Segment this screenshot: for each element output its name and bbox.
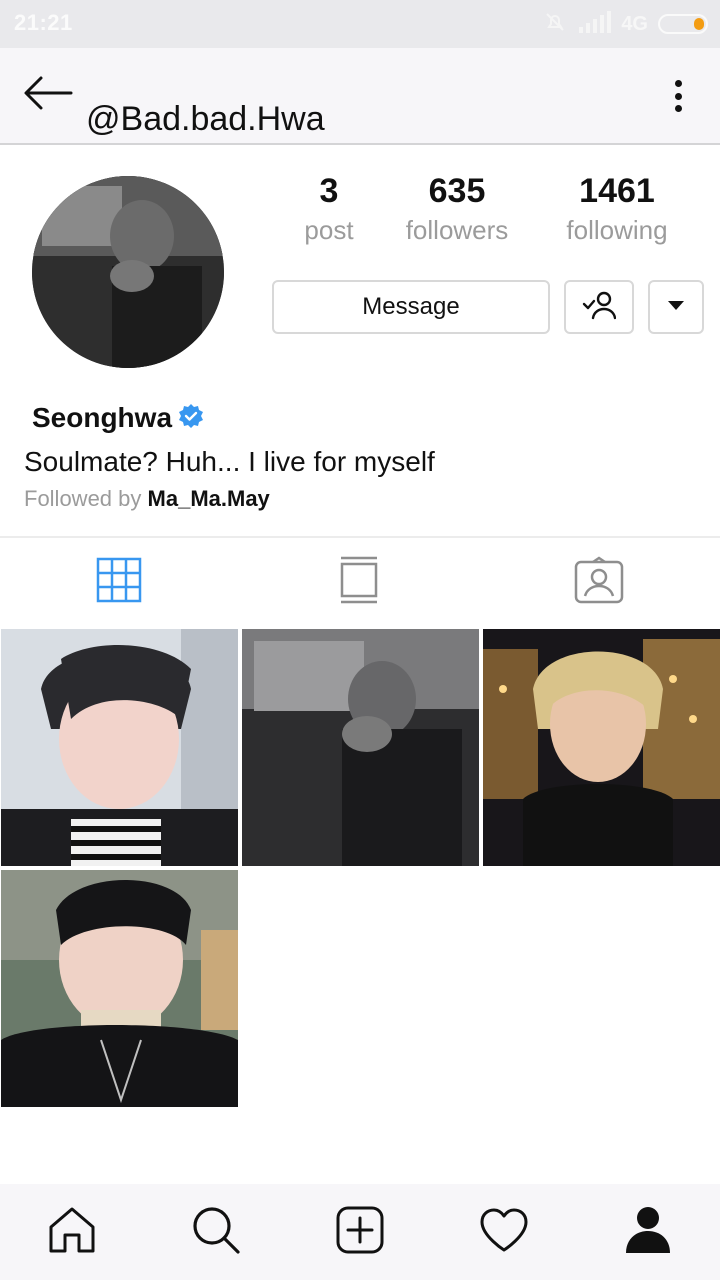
followed-by-prefix: Followed by xyxy=(24,486,142,511)
battery-icon xyxy=(658,14,708,34)
profile-username: @Bad.bad.Hwa xyxy=(86,100,325,138)
post-thumbnail[interactable] xyxy=(483,629,720,866)
signal-icon xyxy=(577,10,612,38)
tab-tagged[interactable] xyxy=(573,555,625,609)
home-icon xyxy=(47,1205,97,1260)
nav-activity[interactable] xyxy=(478,1206,530,1258)
profile-tabs xyxy=(0,536,720,624)
status-icons: 4G xyxy=(543,10,708,38)
post-thumbnail[interactable] xyxy=(242,629,479,866)
more-options-button[interactable] xyxy=(666,76,690,116)
suggestions-dropdown-button[interactable] xyxy=(648,280,704,334)
followed-by[interactable]: Followed by Ma_Ma.May xyxy=(24,486,270,512)
feed-icon xyxy=(339,556,379,609)
stat-label: followers xyxy=(405,215,509,245)
tab-feed[interactable] xyxy=(333,556,385,608)
more-vertical-icon-dot xyxy=(674,80,682,87)
post-thumbnail[interactable] xyxy=(1,870,238,1107)
tagged-icon xyxy=(574,555,624,609)
network-type: 4G xyxy=(621,12,648,35)
status-bar: 21:21 4G xyxy=(0,0,720,48)
followed-by-user: Ma_Ma.May xyxy=(147,486,270,511)
more-vertical-icon-dot xyxy=(674,105,682,112)
nav-search[interactable] xyxy=(190,1206,242,1258)
battery-level xyxy=(694,18,704,30)
stat-value: 1461 xyxy=(579,172,655,210)
avatar[interactable] xyxy=(32,176,224,368)
message-button[interactable]: Message xyxy=(272,280,550,334)
arrow-left-icon xyxy=(23,75,73,116)
verified-badge-icon xyxy=(178,403,204,434)
stat-following[interactable]: 1461 following xyxy=(552,172,682,246)
profile-name: Seonghwa xyxy=(32,402,173,433)
nav-add-post[interactable] xyxy=(334,1206,386,1258)
back-button[interactable] xyxy=(20,70,76,120)
stat-value: 635 xyxy=(428,172,486,210)
grid-icon xyxy=(96,557,142,608)
stat-value: 3 xyxy=(319,172,339,210)
add-post-icon xyxy=(335,1205,385,1260)
stat-label: following xyxy=(566,215,668,245)
profile-bio: Soulmate? Huh... I live for myself xyxy=(24,446,435,477)
user-check-icon xyxy=(582,290,617,325)
stat-posts[interactable]: 3 post xyxy=(284,172,374,246)
app-header: @Bad.bad.Hwa xyxy=(0,48,720,145)
nav-home[interactable] xyxy=(46,1206,98,1258)
tab-grid[interactable] xyxy=(93,556,145,608)
bottom-nav xyxy=(0,1184,720,1280)
caret-down-icon xyxy=(667,298,685,316)
profile-icon xyxy=(624,1205,672,1260)
profile-stats: 3 post 635 followers 1461 following xyxy=(280,172,710,262)
following-button[interactable] xyxy=(564,280,634,334)
mute-icon xyxy=(543,10,567,39)
more-vertical-icon-dot xyxy=(674,92,682,100)
nav-profile[interactable] xyxy=(622,1206,674,1258)
post-thumbnail[interactable] xyxy=(1,629,238,866)
search-icon xyxy=(191,1205,241,1260)
status-time: 21:21 xyxy=(14,10,73,35)
stat-followers[interactable]: 635 followers xyxy=(392,172,522,246)
heart-icon xyxy=(479,1207,529,1258)
profile-name-row: Seonghwa xyxy=(32,402,204,434)
stat-label: post xyxy=(304,215,354,245)
